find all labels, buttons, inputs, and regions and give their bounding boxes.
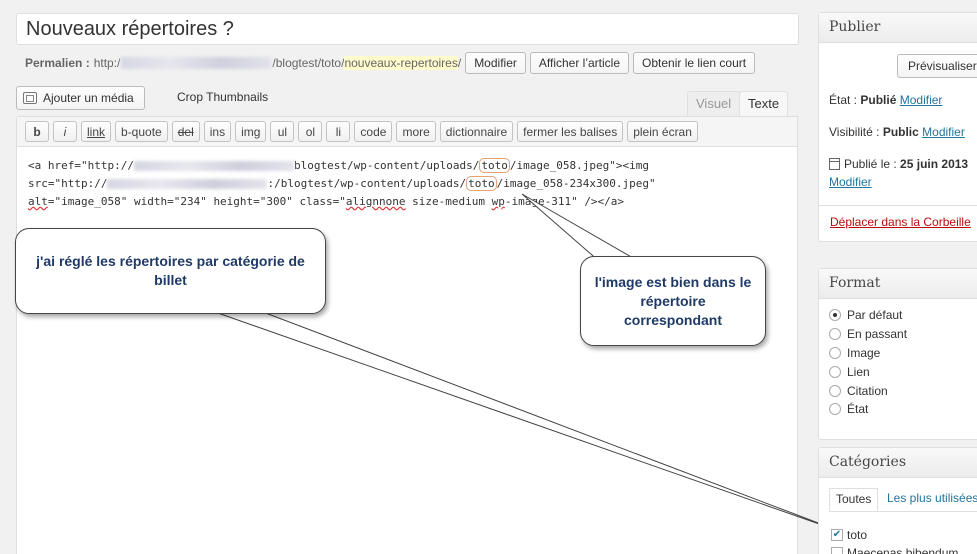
qt-ol-button[interactable]: ol <box>298 121 323 142</box>
publish-box: Publier Prévisualiser État : Publié Modi… <box>818 12 977 242</box>
code-line-3: alt="image_058" width="234" height="300"… <box>28 195 625 208</box>
highlight-toto-2: toto <box>466 176 497 191</box>
published-date-row: Publié le : 25 juin 2013 <box>829 157 968 171</box>
preview-button[interactable]: Prévisualiser <box>897 54 977 78</box>
format-box-title: Format <box>819 269 977 299</box>
radio-icon <box>829 403 841 415</box>
format-option-link[interactable]: Lien <box>829 365 870 379</box>
visibility-row: Visibilité : Public Modifier <box>829 125 965 139</box>
annotation-text-right: l'image est bien dans le répertoire corr… <box>594 273 752 328</box>
qt-blockquote-button[interactable]: b-quote <box>115 121 168 142</box>
visibility-modify-link[interactable]: Modifier <box>922 125 965 139</box>
format-option-aside[interactable]: En passant <box>829 327 907 341</box>
qt-dictionary-button[interactable]: dictionnaire <box>439 121 514 142</box>
categories-box-title: Catégories <box>819 448 977 478</box>
add-media-label: Ajouter un média <box>43 91 134 105</box>
code-content[interactable]: <a href="http://blogtest/wp-content/uplo… <box>17 147 797 211</box>
qt-italic-button[interactable]: i <box>53 121 77 142</box>
qt-ins-button[interactable]: ins <box>203 121 232 142</box>
qt-fullscreen-button[interactable]: plein écran <box>627 121 698 142</box>
tab-all-categories[interactable]: Toutes <box>829 488 879 512</box>
format-option-default[interactable]: Par défaut <box>829 308 902 322</box>
blurred-domain <box>133 161 294 171</box>
permalink-blurred-domain <box>121 57 272 69</box>
qt-code-button[interactable]: code <box>354 121 393 142</box>
highlight-toto-1: toto <box>479 158 510 173</box>
qt-close-tags-button[interactable]: fermer les balises <box>517 121 624 142</box>
radio-icon <box>829 366 841 378</box>
radio-icon <box>829 347 841 359</box>
publish-box-title: Publier <box>819 13 977 43</box>
permalink-prefix: http:/ <box>93 56 121 70</box>
view-post-button[interactable]: Afficher l’article <box>529 52 630 74</box>
radio-icon <box>829 328 841 340</box>
format-option-quote[interactable]: Citation <box>829 384 888 398</box>
radio-icon <box>829 385 841 397</box>
tab-visual[interactable]: Visuel <box>687 91 741 117</box>
checkbox-checked-icon[interactable]: ✔ <box>831 529 843 541</box>
annotation-callout-left: j'ai réglé les répertoires par catégorie… <box>15 228 326 314</box>
permalink-label: Permalien : <box>25 56 90 70</box>
status-modify-link[interactable]: Modifier <box>900 93 943 107</box>
quicktags-toolbar: b i link b-quote del ins img ul ol li co… <box>17 117 797 147</box>
permalink-modify-button[interactable]: Modifier <box>465 52 526 74</box>
permalink-row: Permalien : http:/ /blogtest/toto/ nouve… <box>25 52 756 74</box>
annotation-callout-right: l'image est bien dans le répertoire corr… <box>580 256 766 346</box>
get-shortlink-button[interactable]: Obtenir le lien court <box>633 52 756 74</box>
date-modify-link[interactable]: Modifier <box>829 175 872 189</box>
qt-li-button[interactable]: li <box>326 121 351 142</box>
qt-more-button[interactable]: more <box>396 121 436 142</box>
permalink-slug[interactable]: nouveaux-repertoires <box>344 56 458 70</box>
trash-row: Déplacer dans la Corbeille <box>819 205 977 238</box>
qt-ul-button[interactable]: ul <box>270 121 295 142</box>
format-option-image[interactable]: Image <box>829 346 880 360</box>
radio-icon <box>829 309 841 321</box>
post-title-text: Nouveaux répertoires ? <box>26 18 234 40</box>
qt-del-button[interactable]: del <box>171 121 200 142</box>
format-box: Format Par défaut En passant Image Lien … <box>818 268 977 440</box>
media-icon <box>23 92 37 104</box>
category-item-maecenas[interactable]: Maecenas bibendum <box>831 546 958 554</box>
calendar-icon <box>829 158 840 170</box>
crop-thumbnails-link[interactable]: Crop Thumbnails <box>177 90 268 104</box>
tab-most-used-categories[interactable]: Les plus utilisées <box>881 488 977 512</box>
tab-text[interactable]: Texte <box>739 91 789 117</box>
permalink-suffix: / <box>457 56 462 70</box>
format-option-status[interactable]: État <box>829 402 868 416</box>
status-row: État : Publié Modifier <box>829 93 943 107</box>
checkbox-icon[interactable] <box>831 547 843 554</box>
blurred-domain <box>107 179 268 189</box>
code-line-1: <a href="http://blogtest/wp-content/uplo… <box>28 158 649 173</box>
code-line-2: src="http://:/blogtest/wp-content/upload… <box>28 176 656 191</box>
permalink-path: /blogtest/toto/ <box>272 56 345 70</box>
categories-box: Catégories Toutes Les plus utilisées ✔ to… <box>818 447 977 554</box>
qt-bold-button[interactable]: b <box>25 121 49 142</box>
post-title-input[interactable]: Nouveaux répertoires ? <box>16 13 799 45</box>
move-to-trash-link[interactable]: Déplacer dans la Corbeille <box>830 215 971 229</box>
add-media-button[interactable]: Ajouter un média <box>16 86 145 110</box>
qt-img-button[interactable]: img <box>235 121 267 142</box>
qt-link-button[interactable]: link <box>81 121 112 142</box>
category-item-toto[interactable]: ✔ toto <box>831 528 867 542</box>
annotation-text-left: j'ai réglé les répertoires par catégorie… <box>36 253 305 288</box>
